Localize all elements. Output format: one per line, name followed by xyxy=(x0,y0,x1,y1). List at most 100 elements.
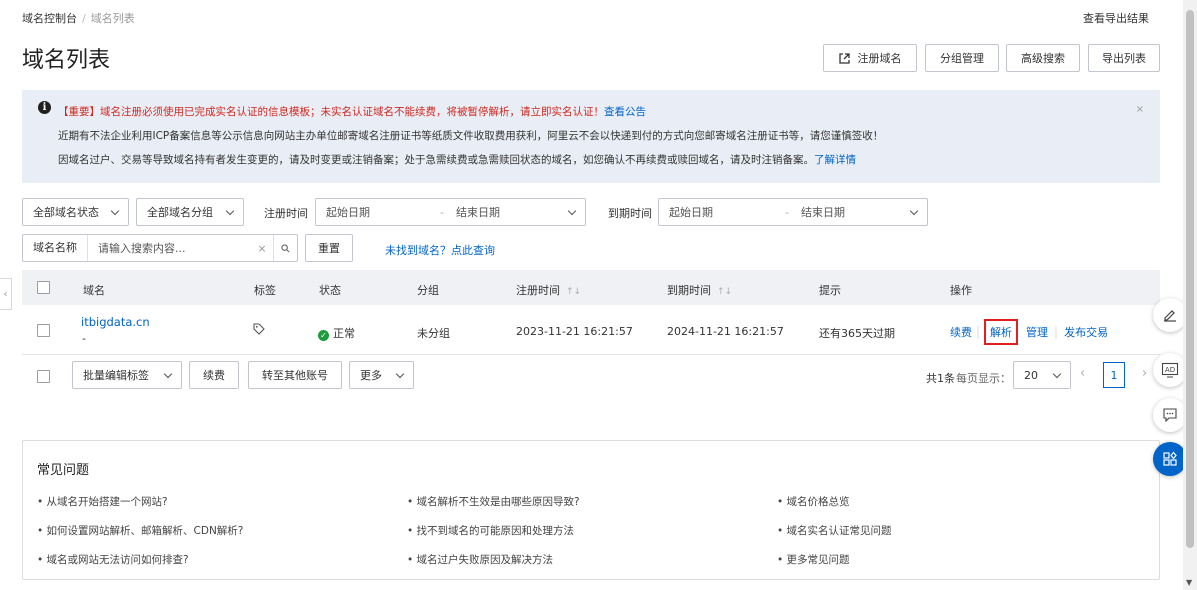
manage-action[interactable]: 管理 xyxy=(1026,324,1048,340)
external-link-icon xyxy=(838,52,850,64)
renew-action[interactable]: 续费 xyxy=(950,324,972,340)
chevron-down-icon xyxy=(163,369,173,378)
row-actions: 续费 | 解析 管理 | 发布交易 xyxy=(950,319,1108,345)
breadcrumb-root[interactable]: 域名控制台 xyxy=(22,12,77,25)
reg-start-date: 起始日期 xyxy=(326,206,370,219)
exp-start-date: 起始日期 xyxy=(669,206,713,219)
close-icon[interactable]: × xyxy=(1136,104,1144,115)
reg-time-cell: 2023-11-21 16:21:57 xyxy=(516,325,633,338)
more-select[interactable]: 更多 xyxy=(349,361,414,389)
table-header: 域名 标签 状态 分组 注册时间 ↑↓ 到期时间 ↑↓ 提示 操作 xyxy=(22,270,1160,305)
tag-icon[interactable] xyxy=(253,323,265,338)
select-all-checkbox[interactable] xyxy=(37,281,50,294)
export-list-button[interactable]: 导出列表 xyxy=(1088,44,1160,72)
reg-end-date: 结束日期 xyxy=(455,206,500,219)
ad-icon[interactable]: AD xyxy=(1153,353,1187,387)
col-reg-time-label: 注册时间 xyxy=(516,284,560,297)
row-checkbox[interactable] xyxy=(37,324,50,337)
domain-group-select[interactable]: 全部域名分组 xyxy=(136,198,244,226)
clear-icon[interactable]: × xyxy=(251,242,273,255)
reset-button[interactable]: 重置 xyxy=(305,234,353,262)
domain-link[interactable]: itbigdata.cn xyxy=(81,315,150,329)
faq-title: 常见问题 xyxy=(37,463,90,478)
faq-panel: 常见问题 • 从域名开始搭建一个网站? • 域名解析不生效是由哪些原因导致? •… xyxy=(22,440,1160,580)
chevron-down-icon xyxy=(110,206,120,215)
publish-trade-action[interactable]: 发布交易 xyxy=(1064,324,1108,340)
notice-line-1-text: 【重要】域名注册必须使用已完成实名认证的信息模板；未实名认证域名不能续费，将被暂… xyxy=(58,106,604,118)
col-tag: 标签 xyxy=(254,284,276,297)
search-input[interactable]: 请输入搜索内容... xyxy=(88,240,251,256)
group-manage-button[interactable]: 分组管理 xyxy=(925,44,999,72)
more-label: 更多 xyxy=(360,369,382,382)
bulk-select-checkbox[interactable] xyxy=(37,370,50,383)
exp-end-date: 结束日期 xyxy=(800,206,845,219)
col-reg-time[interactable]: 注册时间 ↑↓ xyxy=(516,282,581,298)
reg-time-label: 注册时间 xyxy=(264,207,308,220)
edit-icon[interactable] xyxy=(1153,298,1187,332)
bulk-edit-tags-label: 批量编辑标签 xyxy=(83,369,149,382)
scroll-down-icon[interactable]: ▼ xyxy=(1186,578,1192,587)
next-page-icon[interactable]: › xyxy=(1142,366,1147,381)
faq-item[interactable]: • 域名过户失败原因及解决方法 xyxy=(407,552,553,567)
exp-date-dash: - xyxy=(785,205,789,219)
chevron-down-icon xyxy=(395,369,405,378)
info-icon: i xyxy=(38,101,51,114)
search-box: 域名名称 请输入搜索内容... × xyxy=(22,234,298,262)
faq-item[interactable]: • 域名实名认证常见问题 xyxy=(777,523,892,538)
exp-date-range[interactable]: 起始日期 - 结束日期 xyxy=(658,198,928,226)
chat-icon[interactable] xyxy=(1153,398,1187,432)
not-found-query-link[interactable]: 未找到域名？点此查询 xyxy=(385,242,495,258)
vertical-scrollbar[interactable]: ▼ xyxy=(1183,0,1197,590)
status-badge: ✓ 正常 xyxy=(318,325,355,341)
per-page-select[interactable]: 20 xyxy=(1013,361,1071,389)
domain-status-value: 全部域名状态 xyxy=(33,206,99,219)
col-exp-time-label: 到期时间 xyxy=(667,284,711,297)
total-count: 共1条 xyxy=(926,372,955,385)
faq-item[interactable]: • 域名或网站无法访问如何排查? xyxy=(37,552,189,567)
faq-item[interactable]: • 更多常见问题 xyxy=(777,552,850,567)
action-separator: | xyxy=(976,325,981,339)
col-group: 分组 xyxy=(417,284,439,297)
faq-item[interactable]: • 找不到域名的可能原因和处理方法 xyxy=(407,523,574,538)
notice-line-2: 近期有不法企业利用ICP备案信息等公示信息向网站主办单位邮寄域名注册证书等纸质文… xyxy=(58,130,884,142)
bulk-renew-button[interactable]: 续费 xyxy=(189,361,239,389)
chevron-down-icon xyxy=(225,206,235,215)
col-tip: 提示 xyxy=(819,284,841,297)
col-status: 状态 xyxy=(319,284,341,297)
learn-more-link[interactable]: 了解详情 xyxy=(814,154,856,166)
faq-item[interactable]: • 域名解析不生效是由哪些原因导致? xyxy=(407,494,580,509)
faq-item[interactable]: • 从域名开始搭建一个网站? xyxy=(37,494,168,509)
dns-resolve-action[interactable]: 解析 xyxy=(984,319,1019,345)
notice-line-3-text: 因域名过户、交易等导致域名持有者发生变更的，请及时变更或注销备案；处于急需续费或… xyxy=(58,154,814,166)
scrollbar-thumb[interactable] xyxy=(1186,10,1194,548)
domain-status-select[interactable]: 全部域名状态 xyxy=(22,198,129,226)
bulk-edit-tags-select[interactable]: 批量编辑标签 xyxy=(72,361,182,389)
exp-time-cell: 2024-11-21 16:21:57 xyxy=(667,325,784,338)
collapse-sidebar-handle[interactable]: ‹ xyxy=(0,278,12,310)
tip-cell: 还有365天过期 xyxy=(819,327,895,340)
prev-page-icon[interactable]: ‹ xyxy=(1080,366,1085,381)
faq-item[interactable]: • 域名价格总览 xyxy=(777,494,850,509)
notice-line-3: 因域名过户、交易等导致域名持有者发生变更的，请及时变更或注销备案；处于急需续费或… xyxy=(58,152,856,167)
export-result-link[interactable]: 查看导出结果 xyxy=(1083,10,1149,26)
transfer-account-button[interactable]: 转至其他账号 xyxy=(248,361,342,389)
notice-line-1: 【重要】域名注册必须使用已完成实名认证的信息模板；未实名认证域名不能续费，将被暂… xyxy=(58,104,646,119)
page-number[interactable]: 1 xyxy=(1103,362,1125,388)
sort-icon: ↑↓ xyxy=(566,287,582,297)
faq-item[interactable]: • 如何设置网站解析、邮箱解析、CDN解析? xyxy=(37,523,243,538)
page-title: 域名列表 xyxy=(22,48,111,73)
chevron-down-icon xyxy=(567,206,577,215)
col-exp-time[interactable]: 到期时间 ↑↓ xyxy=(667,282,732,298)
search-type-label[interactable]: 域名名称 xyxy=(23,235,88,261)
breadcrumb-separator: / xyxy=(82,12,86,25)
reg-date-range[interactable]: 起始日期 - 结束日期 xyxy=(315,198,586,226)
view-announcement-link[interactable]: 查看公告 xyxy=(604,106,646,118)
search-icon[interactable] xyxy=(273,235,297,261)
reg-date-dash: - xyxy=(440,205,444,219)
breadcrumb: 域名控制台 / 域名列表 xyxy=(22,10,135,26)
apps-icon[interactable] xyxy=(1153,442,1187,476)
advanced-search-button[interactable]: 高级搜索 xyxy=(1006,44,1080,72)
register-domain-button[interactable]: 注册域名 xyxy=(823,44,917,72)
chevron-down-icon xyxy=(909,206,919,215)
check-circle-icon: ✓ xyxy=(318,330,329,341)
